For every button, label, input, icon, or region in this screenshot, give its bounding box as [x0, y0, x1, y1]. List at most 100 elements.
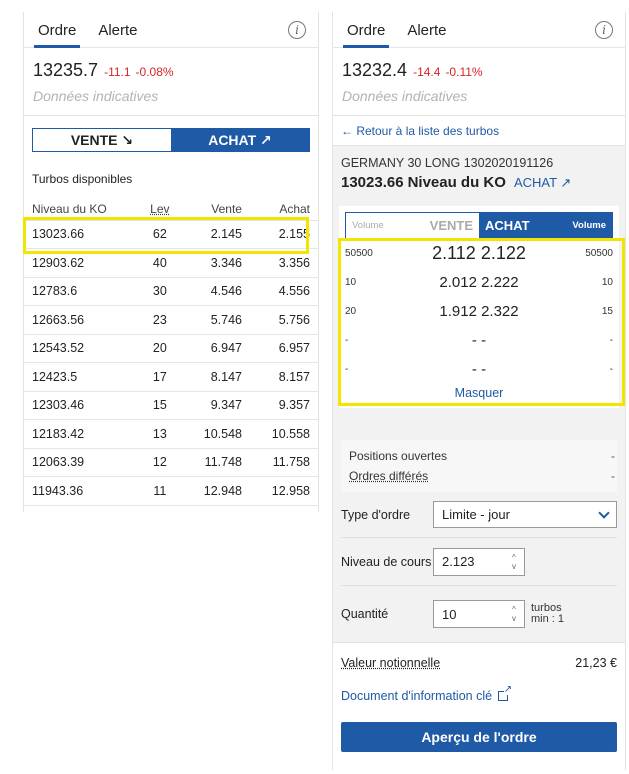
bid-ask-prices: 2.012 2.222: [439, 274, 519, 291]
quantity-value: 10: [442, 606, 457, 622]
depth-row[interactable]: 10 2.012 2.222 10: [345, 268, 613, 297]
quote-header: 13235.7 -11.1 -0.08% Données indicatives: [24, 48, 318, 116]
sell-price-cell: 4.546: [182, 277, 250, 306]
leverage-cell: 17: [137, 362, 183, 392]
bid-volume: 50500: [345, 248, 373, 259]
quantity-stepper[interactable]: 10 ^ v: [433, 600, 525, 628]
buy-toggle-button[interactable]: ACHAT ↗: [171, 129, 309, 151]
preview-order-button[interactable]: Aperçu de l'ordre: [341, 722, 617, 752]
price-change-pct: -0.11%: [445, 65, 483, 79]
table-row[interactable]: 12663.56 23 5.746 5.756: [24, 305, 318, 335]
buy-price-cell: 2.155: [249, 220, 318, 249]
ko-level-cell: 12423.5: [24, 362, 138, 392]
depth-row[interactable]: -- --: [345, 355, 613, 384]
buy-price-cell: 9.357: [249, 391, 318, 420]
quantity-row: Quantité 10 ^ v turbos min : 1: [341, 586, 617, 642]
indicative-note: Données indicatives: [33, 88, 159, 104]
table-row[interactable]: 11943.36 11 12.948 12.958: [24, 476, 318, 506]
book-direction-toggle: Volume VENTE ACHAT Volume: [345, 212, 613, 239]
order-book: Volume VENTE ACHAT Volume 50500 2.112 2.1…: [339, 206, 619, 408]
turbo-list-panel: Ordre Alerte i 13235.7 -11.1 -0.08% Donn…: [23, 12, 319, 512]
sell-price-cell: 3.346: [182, 248, 250, 278]
depth-row[interactable]: 50500 2.112 2.122 50500: [345, 239, 613, 268]
bid-volume: -: [345, 335, 349, 346]
quantity-min-label: min : 1: [531, 613, 565, 625]
buy-price-cell: 5.756: [249, 305, 318, 335]
buy-price-cell: 6.957: [249, 334, 318, 363]
bid-ask-prices: 2.112 2.122: [432, 243, 526, 263]
buy-price-cell: 4.556: [249, 277, 318, 306]
section-title: Turbos disponibles: [32, 172, 133, 186]
bid-ask-prices: - -: [471, 361, 487, 378]
bid-ask-prices: - -: [471, 332, 487, 349]
book-buy-button[interactable]: ACHAT Volume: [479, 213, 612, 238]
price-level-label: Niveau de cours: [341, 554, 432, 569]
tab-ordre[interactable]: Ordre: [343, 22, 390, 48]
ko-level-cell: 11943.36: [24, 476, 138, 506]
tab-alerte[interactable]: Alerte: [94, 22, 141, 47]
tab-bar: Ordre Alerte i: [333, 12, 625, 48]
leverage-cell: 15: [137, 391, 183, 420]
ko-label: Niveau du KO: [407, 174, 506, 191]
open-positions-row[interactable]: Positions ouvertes -: [349, 446, 615, 466]
table-row[interactable]: 12903.62 40 3.346 3.356: [24, 248, 318, 278]
book-sell-button[interactable]: Volume VENTE: [346, 213, 479, 238]
ko-value: 13023.66: [341, 174, 404, 191]
hide-book-link[interactable]: Masquer: [345, 386, 613, 400]
sell-price-cell: 6.947: [182, 334, 250, 363]
instrument-info: GERMANY 30 LONG 1302020191126 13023.66 N…: [341, 146, 617, 206]
ko-level-cell: 12303.46: [24, 391, 138, 420]
leverage-cell: 13: [137, 419, 183, 449]
ask-volume: -: [609, 364, 613, 375]
stepper-arrows-icon[interactable]: ^ v: [512, 605, 516, 623]
leverage-cell: 23: [137, 305, 183, 335]
table-row[interactable]: 12063.39 12 11.748 11.758: [24, 448, 318, 477]
order-type-label: Type d'ordre: [341, 507, 411, 522]
buy-direction-link[interactable]: ACHAT ↗: [514, 175, 571, 191]
table-header-row: Niveau du KO Lev Vente Achat: [24, 198, 318, 221]
turbo-table: Niveau du KO Lev Vente Achat 13023.66 62 2…: [24, 198, 318, 506]
column-header-sell: Vente: [182, 198, 250, 221]
notional-label: Valeur notionnelle: [341, 655, 441, 670]
info-icon[interactable]: i: [288, 21, 306, 39]
table-row[interactable]: 12183.42 13 10.548 10.558: [24, 419, 318, 449]
last-price: 13232.4: [342, 60, 408, 80]
depth-row[interactable]: 20 1.912 2.322 15: [345, 297, 613, 326]
table-row[interactable]: 13023.66 62 2.145 2.155: [24, 220, 318, 249]
instrument-area: GERMANY 30 LONG 1302020191126 13023.66 N…: [333, 146, 625, 642]
sell-price-cell: 5.746: [182, 305, 250, 335]
open-positions-label: Positions ouvertes: [349, 449, 448, 463]
column-header-lev[interactable]: Lev: [137, 198, 183, 221]
leverage-cell: 40: [137, 248, 183, 278]
sell-price-cell: 12.948: [182, 476, 250, 506]
kid-document-link[interactable]: Document d'information clé: [333, 682, 625, 710]
price-level-stepper[interactable]: 2.123 ^ v: [433, 547, 525, 576]
order-type-select[interactable]: Limite - jour: [433, 501, 617, 528]
table-row[interactable]: 12543.52 20 6.947 6.957: [24, 334, 318, 363]
sell-toggle-button[interactable]: VENTE ↘: [33, 129, 171, 151]
ask-volume: 50500: [585, 248, 613, 259]
table-row[interactable]: 12423.5 17 8.147 8.157: [24, 362, 318, 392]
info-icon[interactable]: i: [595, 21, 613, 39]
ko-level-cell: 13023.66: [24, 220, 138, 249]
table-row[interactable]: 12783.6 30 4.546 4.556: [24, 277, 318, 306]
stepper-arrows-icon[interactable]: ^ v: [512, 553, 516, 571]
depth-rows: 50500 2.112 2.122 50500 10 2.012 2.222 10 20 1.…: [345, 239, 613, 384]
bid-volume: -: [345, 364, 349, 375]
depth-row[interactable]: -- --: [345, 326, 613, 355]
tab-bar: Ordre Alerte i: [24, 12, 318, 48]
pending-orders-row[interactable]: Ordres différés -: [349, 466, 615, 486]
buy-price-cell: 11.758: [249, 448, 318, 477]
positions-box: Positions ouvertes - Ordres différés -: [341, 440, 617, 492]
notional-value: 21,23 €: [575, 655, 617, 670]
table-row[interactable]: 12303.46 15 9.347 9.357: [24, 391, 318, 420]
back-to-list-link[interactable]: ← Retour à la liste des turbos: [333, 116, 625, 146]
leverage-cell: 12: [137, 448, 183, 477]
tab-alerte[interactable]: Alerte: [403, 22, 450, 47]
ask-volume: 15: [601, 306, 613, 317]
leverage-cell: 20: [137, 334, 183, 363]
pending-orders-value: -: [611, 469, 615, 483]
leverage-cell: 30: [137, 277, 183, 306]
ask-volume: -: [609, 335, 613, 346]
tab-ordre[interactable]: Ordre: [34, 22, 81, 48]
